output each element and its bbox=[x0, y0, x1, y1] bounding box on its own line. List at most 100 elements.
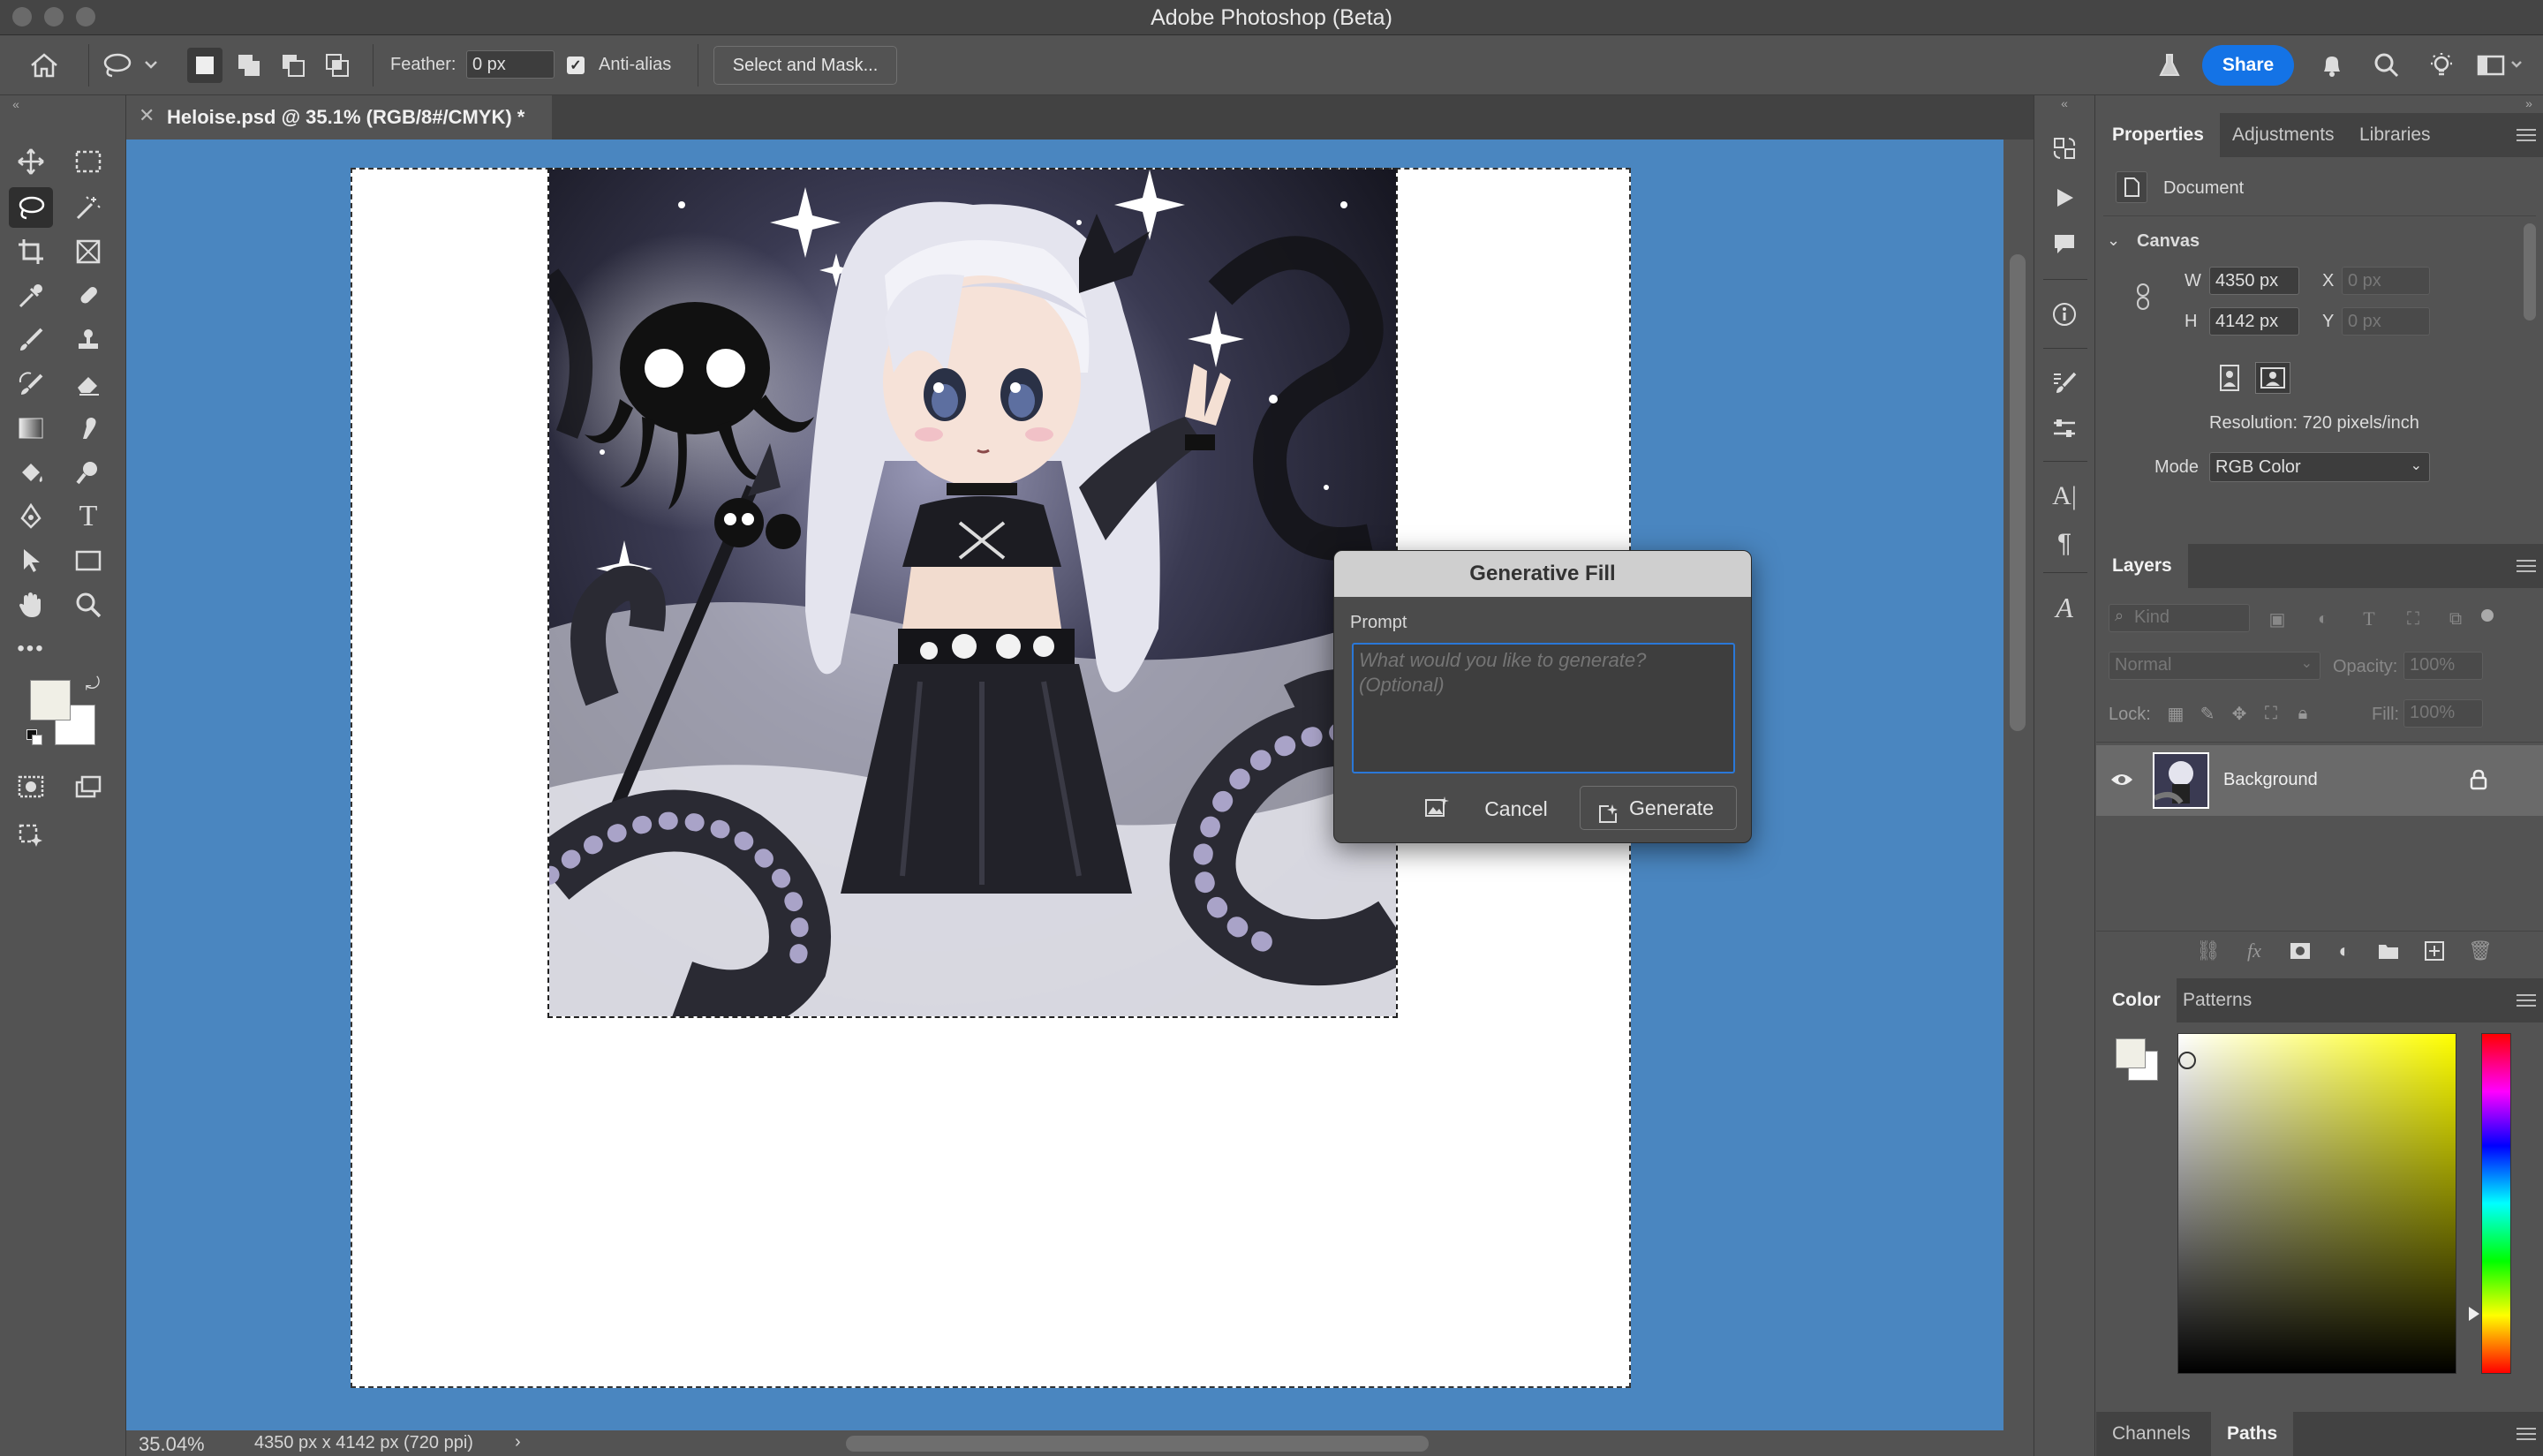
tab-color[interactable]: Color bbox=[2096, 978, 2177, 1022]
brush-settings-icon[interactable] bbox=[2047, 366, 2082, 401]
character-icon[interactable]: A| bbox=[2047, 479, 2082, 514]
intersect-selection-icon[interactable] bbox=[320, 48, 355, 83]
lock-image-icon[interactable]: ✎ bbox=[2195, 701, 2220, 726]
collapse-toolbar-icon[interactable]: « bbox=[7, 95, 25, 113]
crop-tool-icon[interactable] bbox=[9, 231, 53, 272]
filter-adjustment-icon[interactable]: ◐ bbox=[2310, 606, 2336, 632]
blend-mode-select[interactable]: Normal ⌄ bbox=[2109, 652, 2320, 680]
filter-smart-object-icon[interactable]: ⧉ bbox=[2442, 606, 2469, 632]
canvas-height-input[interactable] bbox=[2209, 307, 2299, 336]
new-layer-icon[interactable] bbox=[2421, 938, 2448, 964]
rectangle-tool-icon[interactable] bbox=[66, 540, 110, 581]
canvas-chevron-icon[interactable]: ⌄ bbox=[2107, 231, 2120, 250]
canvas-y-input[interactable] bbox=[2342, 307, 2430, 336]
canvas-x-input[interactable] bbox=[2342, 267, 2430, 295]
gradient-tool-icon[interactable] bbox=[9, 408, 53, 449]
bell-icon[interactable] bbox=[2314, 48, 2350, 83]
lasso-preset-picker[interactable] bbox=[99, 48, 162, 83]
link-layers-icon[interactable]: ⛓︎ bbox=[2195, 938, 2222, 964]
tab-adjustments[interactable]: Adjustments bbox=[2216, 113, 2351, 157]
canvas-width-input[interactable] bbox=[2209, 267, 2299, 295]
properties-menu-icon[interactable] bbox=[2517, 129, 2536, 141]
status-menu-icon[interactable]: › bbox=[515, 1432, 521, 1452]
dodge-tool-icon[interactable] bbox=[66, 452, 110, 493]
cancel-button[interactable]: Cancel bbox=[1472, 789, 1560, 828]
lock-all-icon[interactable]: 🔒︎ bbox=[2290, 701, 2315, 726]
clone-stamp-icon[interactable] bbox=[66, 320, 110, 360]
collapse-panels-icon[interactable]: » bbox=[2520, 95, 2538, 111]
vertical-scrollbar[interactable] bbox=[2010, 254, 2026, 731]
brush-tool-icon[interactable] bbox=[9, 320, 53, 360]
close-tab-icon[interactable]: ✕ bbox=[139, 104, 155, 127]
foreground-color-swatch-top[interactable] bbox=[30, 680, 71, 720]
visibility-eye-icon[interactable] bbox=[2109, 766, 2135, 793]
new-selection-icon[interactable] bbox=[187, 48, 223, 83]
zoom-tool-icon[interactable] bbox=[66, 585, 110, 625]
layer-kind-filter[interactable]: ⌕ Kind bbox=[2109, 604, 2250, 632]
portrait-orientation-icon[interactable] bbox=[2215, 360, 2245, 396]
workspace-icon[interactable] bbox=[2474, 48, 2527, 83]
filter-shape-icon[interactable]: ⛶ bbox=[2400, 606, 2426, 632]
antialias-checkbox[interactable]: ✓ bbox=[567, 57, 585, 74]
tab-layers[interactable]: Layers bbox=[2096, 544, 2188, 588]
color-picker-handle[interactable] bbox=[2178, 1052, 2196, 1069]
pen-tool-icon[interactable] bbox=[9, 496, 53, 537]
select-and-mask-button[interactable]: Select and Mask... bbox=[713, 46, 897, 85]
opacity-input[interactable]: 100% bbox=[2403, 652, 2483, 680]
type-tool-icon[interactable]: T bbox=[66, 496, 110, 537]
new-group-icon[interactable] bbox=[2375, 938, 2402, 964]
info-icon[interactable] bbox=[2047, 297, 2082, 332]
more-tools-icon[interactable]: ••• bbox=[9, 629, 53, 669]
search-icon[interactable] bbox=[2369, 48, 2404, 83]
paragraph-icon[interactable]: ¶ bbox=[2047, 526, 2082, 562]
history-brush-icon[interactable] bbox=[9, 364, 53, 404]
zoom-level[interactable]: 35.04% bbox=[139, 1433, 205, 1456]
frame-tool-icon[interactable] bbox=[66, 231, 110, 272]
comments-icon[interactable] bbox=[2047, 226, 2082, 261]
add-to-selection-icon[interactable] bbox=[231, 48, 267, 83]
adjustments-sliders-icon[interactable] bbox=[2047, 411, 2082, 447]
move-tool-icon[interactable] bbox=[9, 141, 53, 182]
lock-position-icon[interactable]: ✥ bbox=[2227, 701, 2252, 726]
color-foreground-swatch[interactable] bbox=[2116, 1038, 2146, 1068]
prompt-textarea[interactable] bbox=[1352, 643, 1735, 773]
magic-wand-icon[interactable] bbox=[66, 187, 110, 228]
lock-transparency-icon[interactable]: ▦ bbox=[2163, 701, 2188, 726]
history-icon[interactable] bbox=[2047, 131, 2082, 166]
hue-slider[interactable] bbox=[2481, 1033, 2511, 1374]
artwork-image[interactable] bbox=[547, 168, 1398, 1018]
generate-button[interactable]: Generate bbox=[1580, 786, 1737, 830]
delete-layer-icon[interactable]: 🗑︎ bbox=[2467, 938, 2494, 964]
landscape-orientation-icon[interactable] bbox=[2255, 362, 2290, 394]
layer-name[interactable]: Background bbox=[2223, 770, 2318, 790]
filter-toggle[interactable] bbox=[2481, 609, 2494, 622]
expand-panels-icon[interactable]: « bbox=[2056, 95, 2073, 111]
generative-expand-icon[interactable] bbox=[9, 816, 53, 856]
hand-tool-icon[interactable] bbox=[9, 585, 53, 625]
lightbulb-icon[interactable] bbox=[2424, 48, 2459, 83]
filter-pixel-icon[interactable]: ▣ bbox=[2264, 606, 2290, 632]
healing-brush-icon[interactable] bbox=[66, 275, 110, 316]
color-picker-field[interactable] bbox=[2177, 1033, 2456, 1374]
hue-slider-handle[interactable] bbox=[2469, 1307, 2479, 1321]
eyedropper-icon[interactable] bbox=[9, 275, 53, 316]
tab-patterns[interactable]: Patterns bbox=[2167, 978, 2268, 1022]
share-button[interactable]: Share bbox=[2202, 45, 2294, 86]
tab-document[interactable]: ✕ Heloise.psd @ 35.1% (RGB/8#/CMYK) * bbox=[128, 95, 552, 140]
layer-effects-icon[interactable]: fx bbox=[2241, 938, 2268, 964]
mode-select[interactable]: RGB Color ⌄ bbox=[2209, 452, 2430, 482]
eraser-icon[interactable] bbox=[66, 364, 110, 404]
swap-colors-icon[interactable]: ⤾ bbox=[81, 673, 104, 696]
home-icon[interactable] bbox=[26, 48, 62, 83]
marquee-tool-icon[interactable] bbox=[66, 141, 110, 182]
actions-play-icon[interactable] bbox=[2047, 180, 2082, 215]
add-mask-icon[interactable] bbox=[2287, 938, 2313, 964]
properties-scrollbar[interactable] bbox=[2524, 223, 2536, 321]
smudge-tool-icon[interactable] bbox=[66, 408, 110, 449]
tab-libraries[interactable]: Libraries bbox=[2343, 113, 2447, 157]
subtract-from-selection-icon[interactable] bbox=[275, 48, 311, 83]
color-menu-icon[interactable] bbox=[2517, 994, 2536, 1007]
quick-mask-icon[interactable] bbox=[9, 766, 53, 807]
feather-input[interactable] bbox=[466, 50, 555, 79]
link-dimensions-icon[interactable] bbox=[2130, 281, 2156, 313]
